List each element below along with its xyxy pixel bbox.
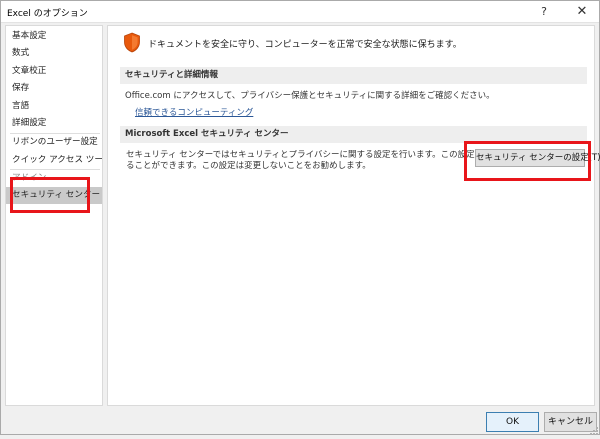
trust-center-settings-button[interactable]: セキュリティ センターの設定(T)... <box>475 149 600 167</box>
sidebar-item-customize-ribbon[interactable]: リボンのユーザー設定 <box>6 134 102 151</box>
options-dialog: Excel のオプション ? ✕ 基本設定 数式 文章校正 保存 言語 詳細設定… <box>0 0 600 435</box>
trust-center-panel: ドキュメントを安全に守り、コンピューターを正常で安全な状態に保ちます。 セキュリ… <box>107 25 600 406</box>
options-sidebar: 基本設定 数式 文章校正 保存 言語 詳細設定 リボンのユーザー設定 クイック … <box>5 25 103 406</box>
help-icon[interactable]: ? <box>529 1 559 23</box>
sidebar-item-advanced[interactable]: 詳細設定 <box>6 115 102 132</box>
privacy-section-text: Office.com にアクセスして、プライバシー保護とセキュリティに関する詳細… <box>125 91 495 101</box>
privacy-section-heading: セキュリティと詳細情報 <box>120 67 587 84</box>
title-bar: Excel のオプション ? ✕ <box>1 1 599 23</box>
dialog-title: Excel のオプション <box>7 9 88 19</box>
intro-text: ドキュメントを安全に守り、コンピューターを正常で安全な状態に保ちます。 <box>148 40 462 50</box>
sidebar-item-proofing[interactable]: 文章校正 <box>6 63 102 80</box>
shield-icon <box>123 32 141 53</box>
sidebar-item-save[interactable]: 保存 <box>6 80 102 97</box>
sidebar-item-trust-center[interactable]: セキュリティ センター <box>6 187 102 204</box>
sidebar-item-quick-access-toolbar[interactable]: クイック アクセス ツール バー <box>6 152 102 169</box>
trustworthy-computing-link[interactable]: 信頼できるコンピューティング <box>135 106 253 118</box>
trust-center-section-heading: Microsoft Excel セキュリティ センター <box>120 126 587 143</box>
sidebar-item-language[interactable]: 言語 <box>6 98 102 115</box>
sidebar-item-general[interactable]: 基本設定 <box>6 28 102 45</box>
trust-center-description-line1: セキュリティ センターではセキュリティとプライバシーに関する設定を行います。この… <box>126 150 476 160</box>
sidebar-item-add-ins[interactable]: アドイン <box>6 170 102 187</box>
ok-button[interactable]: OK <box>486 412 539 432</box>
close-icon[interactable]: ✕ <box>567 1 597 23</box>
sidebar-item-formulas[interactable]: 数式 <box>6 45 102 62</box>
trust-center-description-line2: ることができます。この設定は変更しないことをお勧めします。 <box>126 161 371 171</box>
